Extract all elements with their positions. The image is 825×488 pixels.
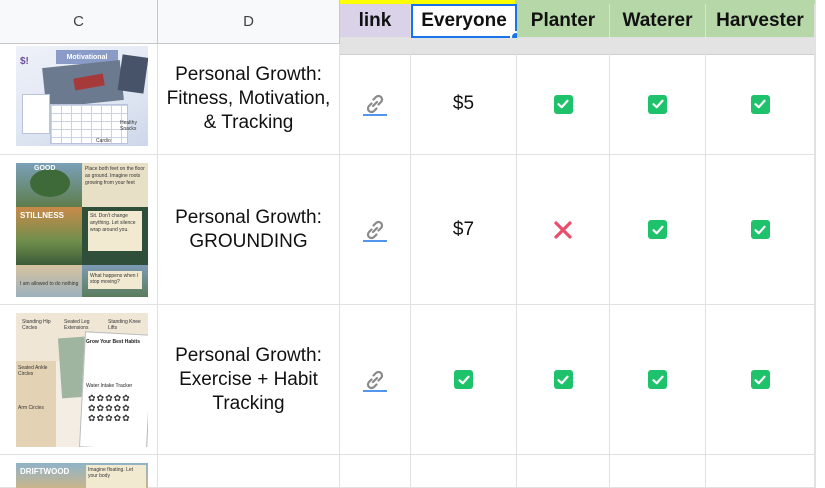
header-link[interactable]: link: [340, 4, 411, 38]
row4-title[interactable]: [158, 455, 340, 488]
row2-waterer-cell[interactable]: [610, 155, 706, 305]
link-icon[interactable]: [362, 91, 388, 117]
checkbox-checked-icon[interactable]: [750, 370, 770, 389]
tier-header-band: [515, 0, 817, 4]
row1-link-cell[interactable]: [340, 54, 411, 155]
header-planter[interactable]: Planter: [517, 4, 610, 38]
column-header-c[interactable]: C: [0, 0, 158, 44]
row4-waterer-cell[interactable]: [610, 455, 706, 488]
row1-image-cell[interactable]: $! Motivational Healthy Snacks Cardio: [0, 44, 158, 155]
checkbox-checked-icon[interactable]: [553, 370, 573, 389]
row2-everyone-price[interactable]: $7: [411, 155, 517, 305]
link-icon[interactable]: [362, 217, 388, 243]
row4-link-cell[interactable]: [340, 455, 411, 488]
row3-title[interactable]: Personal Growth: Exercise + Habit Tracki…: [158, 305, 340, 455]
header-waterer[interactable]: Waterer: [610, 4, 706, 38]
checkbox-checked-icon[interactable]: [454, 370, 473, 389]
row4-thumbnail: DRIFTWOOD Imagine floating. Let your bod…: [16, 463, 148, 488]
column-header-d[interactable]: D: [158, 0, 340, 44]
row3-waterer-cell[interactable]: [610, 305, 706, 455]
checkbox-checked-icon[interactable]: [750, 220, 770, 239]
row2-planter-cell[interactable]: [517, 155, 610, 305]
row4-image-cell[interactable]: DRIFTWOOD Imagine floating. Let your bod…: [0, 455, 158, 488]
row1-planter-cell[interactable]: [517, 54, 610, 155]
row3-everyone-cell[interactable]: [411, 305, 517, 455]
row4-harvester-cell[interactable]: [706, 455, 815, 488]
row1-thumbnail: $! Motivational Healthy Snacks Cardio: [16, 46, 148, 146]
checkbox-checked-icon[interactable]: [648, 220, 667, 239]
cross-icon[interactable]: [553, 220, 573, 240]
row3-harvester-cell[interactable]: [706, 305, 815, 455]
row1-everyone-price[interactable]: $5: [411, 54, 517, 155]
row3-link-cell[interactable]: [340, 305, 411, 455]
row3-thumbnail: Standing Hip Circles Seated Leg Extensio…: [16, 313, 148, 447]
row2-title[interactable]: Personal Growth: GROUNDING: [158, 155, 340, 305]
checkbox-checked-icon[interactable]: [553, 94, 573, 114]
row2-thumbnail: GOOD Place both feet on the floor as gro…: [16, 163, 148, 297]
header-harvester[interactable]: Harvester: [706, 4, 815, 38]
row4-planter-cell[interactable]: [517, 455, 610, 488]
header-everyone[interactable]: Everyone: [411, 4, 517, 38]
row1-title[interactable]: Personal Growth: Fitness, Motivation, & …: [158, 44, 340, 155]
link-icon[interactable]: [362, 367, 388, 393]
row4-everyone-cell[interactable]: [411, 455, 517, 488]
row2-link-cell[interactable]: [340, 155, 411, 305]
checkbox-checked-icon[interactable]: [750, 94, 770, 114]
checkbox-checked-icon[interactable]: [648, 370, 667, 389]
next-column-edge: [815, 0, 825, 488]
row1-waterer-cell[interactable]: [610, 54, 706, 155]
row3-planter-cell[interactable]: [517, 305, 610, 455]
row2-image-cell[interactable]: GOOD Place both feet on the floor as gro…: [0, 155, 158, 305]
row1-harvester-cell[interactable]: [706, 54, 815, 155]
spacer-row: [340, 38, 817, 55]
row2-harvester-cell[interactable]: [706, 155, 815, 305]
spreadsheet-grid: C D link Everyone Planter Waterer Harves…: [0, 0, 825, 488]
row3-image-cell[interactable]: Standing Hip Circles Seated Leg Extensio…: [0, 305, 158, 455]
checkbox-checked-icon[interactable]: [648, 94, 667, 114]
